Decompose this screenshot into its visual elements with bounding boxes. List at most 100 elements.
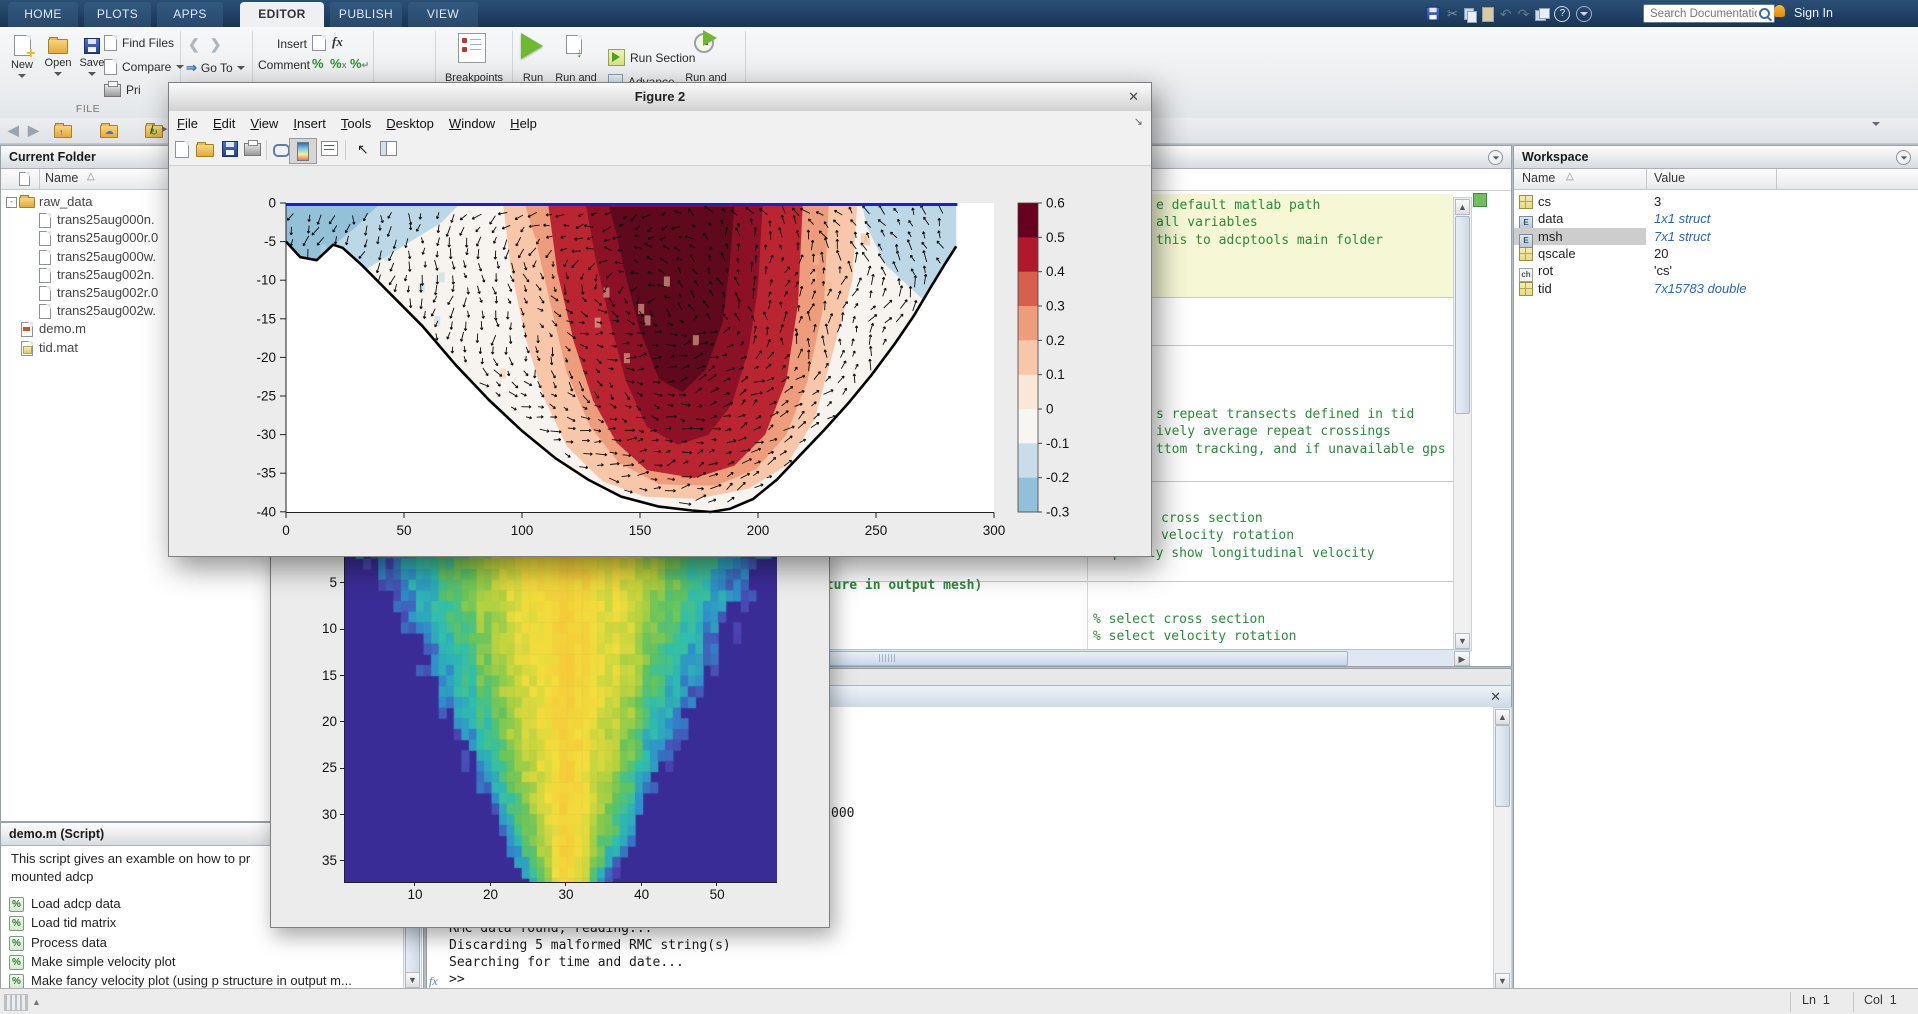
- fig-colorbar-toggle[interactable]: [289, 138, 317, 164]
- code-analyzer-indicator[interactable]: [1473, 193, 1487, 207]
- tab-home[interactable]: HOME: [8, 2, 78, 27]
- workspace-row-data[interactable]: E data 1x1 struct: [1514, 210, 1918, 227]
- figure2-titlebar[interactable]: Figure 2 ✕: [169, 83, 1151, 112]
- figure2-close-icon[interactable]: ✕: [1128, 83, 1139, 111]
- wrap-comment-icon[interactable]: %↵: [350, 56, 369, 71]
- quick-save-icon[interactable]: [1426, 7, 1440, 21]
- compare-button[interactable]: Compare: [104, 59, 184, 75]
- editor-scroll-right-icon[interactable]: ▶: [1454, 651, 1470, 666]
- tab-publish[interactable]: PUBLISH: [330, 2, 402, 27]
- insert-section-icon[interactable]: [312, 35, 326, 54]
- breakpoints-icon[interactable]: [458, 33, 486, 63]
- run-section-button[interactable]: Run Section: [608, 49, 695, 66]
- undo-icon[interactable]: ↶: [1500, 6, 1512, 23]
- fx-icon[interactable]: fx: [429, 974, 438, 989]
- find-files-button[interactable]: Find Files: [104, 35, 174, 51]
- fig-menu-tools[interactable]: Tools: [341, 116, 371, 131]
- file-icon: [39, 304, 51, 319]
- fig-menu-edit[interactable]: Edit: [213, 116, 235, 131]
- command-window-close-icon[interactable]: ✕: [1490, 689, 1501, 705]
- command-scroll-up-icon[interactable]: ▲: [1495, 709, 1510, 725]
- redo-icon[interactable]: ↷: [1518, 6, 1530, 23]
- editor-scroll-down-icon[interactable]: ▼: [1455, 633, 1470, 649]
- command-scroll-down-icon[interactable]: ▼: [1495, 973, 1510, 989]
- back-icon[interactable]: ❮: [188, 36, 200, 53]
- new-folder-icon[interactable]: ↻: [145, 125, 163, 138]
- switch-windows-icon[interactable]: [1535, 8, 1548, 21]
- paste-icon[interactable]: [1482, 7, 1494, 22]
- statusbar-grip[interactable]: [4, 994, 28, 1011]
- toolbar-options-icon[interactable]: [1576, 6, 1592, 22]
- breadcrumb[interactable]: /: [150, 122, 154, 137]
- workspace-row-cs[interactable]: cs 3: [1514, 193, 1918, 210]
- open-button[interactable]: Open: [40, 35, 76, 76]
- workspace-columns-header[interactable]: Name △ Value: [1514, 169, 1918, 190]
- tab-editor[interactable]: EDITOR: [240, 2, 324, 27]
- workspace-menu-icon[interactable]: [1896, 150, 1911, 165]
- uncomment-icon[interactable]: %x: [330, 56, 347, 71]
- command-prompt[interactable]: >>: [449, 972, 465, 987]
- workspace-title[interactable]: Workspace: [1514, 146, 1918, 169]
- statusbar-expand-icon[interactable]: ▲: [32, 997, 41, 1007]
- workspace-row-msh[interactable]: E msh 7x1 struct: [1514, 228, 1918, 245]
- fig-menu-view[interactable]: View: [250, 116, 278, 131]
- search-icon[interactable]: [1759, 8, 1770, 19]
- fig-pointer-icon[interactable]: ↖: [357, 141, 375, 159]
- workspace-row-tid[interactable]: tid 7x15783 double: [1514, 280, 1918, 297]
- save-dropdown-icon[interactable]: [88, 72, 96, 76]
- go-to-button[interactable]: ⇒Go To: [186, 60, 245, 76]
- new-dropdown-icon[interactable]: [18, 74, 26, 78]
- fig-menu-help[interactable]: Help: [510, 116, 537, 131]
- fig-open-icon[interactable]: [196, 141, 214, 159]
- new-button[interactable]: + New: [4, 35, 40, 78]
- path-back-icon[interactable]: ◀: [8, 122, 19, 139]
- search-input[interactable]: [1648, 7, 1759, 21]
- browse-folder-icon[interactable]: ☁: [100, 125, 118, 138]
- up-folder-icon[interactable]: ↑: [54, 125, 72, 138]
- help-icon[interactable]: ?: [1554, 6, 1570, 22]
- run-icon[interactable]: [521, 33, 543, 59]
- fig-menu-desktop[interactable]: Desktop: [386, 116, 434, 131]
- command-scrollbar[interactable]: ▲ ▼: [1493, 707, 1512, 991]
- figure2-window[interactable]: 0-5-10-15-20-25-30-35-400501001502002503…: [168, 82, 1152, 557]
- fig-save-icon[interactable]: [222, 141, 240, 159]
- expander-icon[interactable]: -: [6, 197, 17, 208]
- fig-menu-file[interactable]: File: [177, 116, 198, 131]
- tab-view[interactable]: VIEW: [408, 2, 478, 27]
- workspace-row-qscale[interactable]: qscale 20: [1514, 245, 1918, 262]
- details-item[interactable]: %Process data: [1, 934, 396, 953]
- toolstrip-collapse-icon[interactable]: [1872, 126, 1880, 141]
- insert-fx-icon[interactable]: fx: [332, 34, 343, 50]
- path-forward-icon[interactable]: ▶: [28, 122, 39, 139]
- open-dropdown-icon[interactable]: [54, 72, 62, 76]
- editor-scroll-up-icon[interactable]: ▲: [1455, 199, 1470, 215]
- details-item[interactable]: %Make simple velocity plot: [1, 953, 396, 972]
- fig-legend-icon[interactable]: [321, 141, 339, 159]
- cut-icon[interactable]: ✂: [1447, 6, 1458, 22]
- workspace-row-rot[interactable]: ch rot 'cs': [1514, 262, 1918, 279]
- fig-plottools-icon[interactable]: [380, 141, 398, 159]
- fig-print-icon[interactable]: [244, 141, 262, 159]
- tab-plots[interactable]: PLOTS: [84, 2, 151, 27]
- editor-vertical-scrollbar[interactable]: ▲ ▼: [1453, 197, 1472, 651]
- sign-in-link[interactable]: Sign In: [1794, 0, 1833, 27]
- go-to-label: Go To: [201, 61, 233, 75]
- fig-menu-insert[interactable]: Insert: [293, 116, 326, 131]
- fig-menu-window[interactable]: Window: [449, 116, 495, 131]
- notification-bell-icon[interactable]: [1774, 5, 1785, 17]
- figure2-dock-icon[interactable]: ↘: [1134, 115, 1143, 128]
- run-and-time-icon[interactable]: [694, 33, 714, 56]
- editor-panel-menu-icon[interactable]: [1488, 150, 1503, 165]
- run-and-advance-icon[interactable]: ↓: [566, 35, 582, 57]
- figure1-window[interactable]: 10203040505101520253035: [270, 545, 830, 928]
- copy-icon[interactable]: [1464, 8, 1476, 21]
- forward-icon[interactable]: ❯: [210, 36, 222, 53]
- print-button[interactable]: Pri: [104, 83, 141, 97]
- documentation-search-box[interactable]: [1643, 4, 1775, 23]
- tab-apps[interactable]: APPS: [157, 2, 223, 27]
- breadcrumb-chevron-icon[interactable]: ▸: [162, 122, 168, 135]
- fig-new-icon[interactable]: [175, 141, 193, 159]
- details-scroll-down-icon[interactable]: ▼: [405, 972, 420, 988]
- comment-label: Comment: [258, 58, 310, 72]
- comment-icon[interactable]: %: [312, 56, 324, 71]
